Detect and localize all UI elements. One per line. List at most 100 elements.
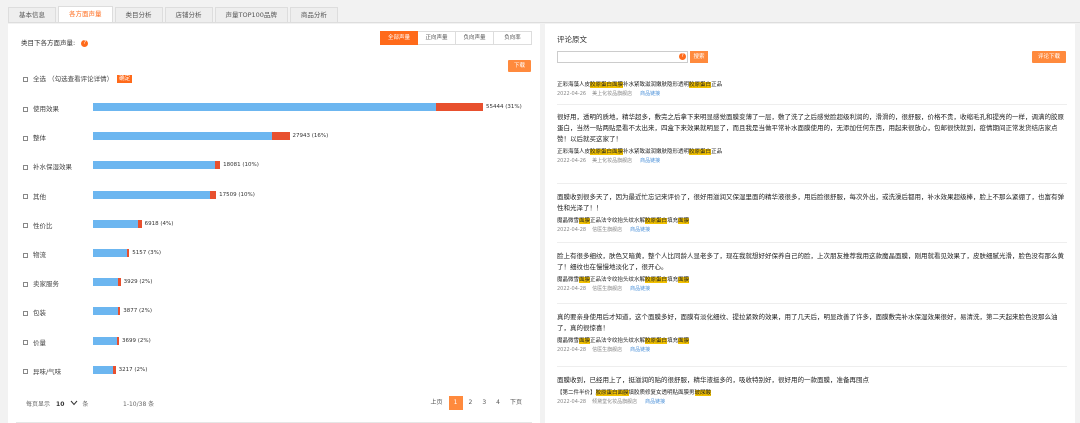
aspect-row: 其他 17509 (10%) [23, 190, 523, 201]
shop-name: 信医生旗舰店 [592, 227, 623, 233]
page-1-button[interactable]: 1 [448, 396, 463, 410]
tab-product-analysis[interactable]: 商品分析 [289, 7, 338, 22]
aspect-checkbox[interactable] [23, 310, 28, 316]
positive-bar-segment [93, 336, 117, 345]
aspect-checkbox[interactable] [23, 281, 28, 287]
comment-text: 真的要亲身使用后才知道，这个面膜多好，面膜有淡化细纹、提拉紧致的效果，用了几天后… [557, 313, 1058, 332]
tab-basic-info[interactable]: 基本信息 [8, 7, 56, 22]
next-page-button[interactable]: 下页 [506, 396, 526, 410]
aspect-value: 17509 (10%) [219, 191, 255, 198]
segment-negative-volume[interactable]: 负向声量 [456, 31, 494, 45]
positive-bar-segment [93, 365, 114, 374]
search-button[interactable]: 搜索 [690, 51, 708, 63]
product-title-part: 【第二件半价】 [557, 390, 596, 396]
comment-search-input[interactable] [557, 51, 688, 63]
help-icon[interactable]: ? [81, 39, 89, 47]
aspect-bar[interactable] [93, 307, 121, 316]
comment-date: 2022-04-26 [557, 91, 587, 97]
help-icon[interactable]: ? [679, 53, 686, 60]
shop-name: 美上化妆品旗舰店 [592, 158, 633, 164]
product-link[interactable]: 商品链接 [630, 286, 650, 292]
product-link[interactable]: 商品链接 [630, 227, 650, 233]
aspect-label[interactable]: 整体 [23, 132, 93, 142]
aspect-label[interactable]: 其他 [23, 191, 93, 201]
product-keyword-highlight: 胶原蛋白 [645, 338, 668, 344]
aspect-checkbox[interactable] [23, 164, 28, 170]
aspect-label[interactable]: 价量 [23, 337, 93, 347]
product-link[interactable]: 商品链接 [640, 158, 660, 164]
download-button[interactable]: 下载 [507, 60, 531, 72]
product-keyword-highlight: 玻尿酸 [694, 390, 712, 396]
aspect-label[interactable]: 异味/气味 [23, 366, 93, 376]
aspect-bar[interactable] [93, 161, 221, 170]
aspect-row: 价量 3699 (2%) [23, 336, 523, 347]
aspect-bar[interactable] [93, 132, 290, 141]
page-size-value[interactable]: 10 [56, 401, 64, 408]
aspect-label-text: 补水保湿效果 [33, 163, 72, 172]
segment-negative-rate[interactable]: 负向率 [494, 31, 532, 45]
product-link[interactable]: 商品链接 [630, 347, 650, 353]
page-4-button[interactable]: 4 [492, 396, 504, 410]
select-all-checkbox[interactable] [23, 76, 28, 82]
aspect-bar[interactable] [93, 190, 217, 199]
product-keyword-highlight: 胶原蛋白面膜 [590, 82, 624, 88]
product-title-part: 补水紧致滋润嫩肤隐形透明 [623, 149, 690, 155]
aspect-bar[interactable] [93, 249, 130, 257]
aspect-checkbox[interactable] [23, 135, 28, 141]
page-links: 上页 1 2 3 4 下页 [424, 396, 526, 410]
positive-bar-segment [93, 190, 210, 199]
comment-divider [557, 242, 1067, 243]
aspect-checkbox[interactable] [23, 252, 28, 258]
aspect-bar[interactable] [93, 336, 120, 345]
segment-all-volume[interactable]: 全部声量 [380, 31, 418, 45]
tab-shop-analysis[interactable]: 店铺分析 [164, 7, 213, 22]
page-2-button[interactable]: 2 [465, 396, 477, 410]
comment-item: 很好用，透明的质地，精华超多，敷完之后拿下来明显感觉面膜变薄了一层，敷了洗了之后… [557, 112, 1067, 166]
aspect-checkbox[interactable] [23, 106, 28, 112]
prev-page-button[interactable]: 上页 [426, 396, 446, 410]
volume-type-segmented: 全部声量 正向声量 负向声量 负向率 [380, 31, 532, 45]
aspect-label-text: 异味/气味 [33, 367, 62, 376]
product-title: 正彩海藻人皮胶原蛋白面膜补水紧致滋润嫩肤隐形透明胶原蛋白正品 [557, 81, 1067, 90]
tab-bar: 基本信息 各方面声量 类目分析 店铺分析 声量TOP100品牌 商品分析 [8, 6, 340, 23]
aspect-volume-title-text: 类目下各方面声量: [21, 39, 76, 47]
product-keyword-highlight: 胶原蛋白面膜 [595, 390, 629, 396]
comment-item: 真的要亲身使用后才知道，这个面膜多好，面膜有淡化细纹、提拉紧致的效果，用了几天后… [557, 312, 1067, 355]
aspect-label[interactable]: 使用效果 [23, 103, 93, 113]
aspect-label[interactable]: 补水保湿效果 [23, 161, 93, 171]
aspect-label[interactable]: 物流 [23, 249, 93, 259]
aspect-checkbox[interactable] [23, 223, 28, 229]
positive-bar-segment [93, 278, 119, 287]
tab-category-analysis[interactable]: 类目分析 [114, 7, 163, 22]
page-3-button[interactable]: 3 [478, 396, 490, 410]
aspect-bar[interactable] [93, 365, 116, 374]
aspect-row: 异味/气味 3217 (2%) [23, 365, 523, 376]
tab-aspect-volume[interactable]: 各方面声量 [58, 6, 113, 22]
aspect-bar[interactable] [93, 278, 121, 287]
product-title-part: 正彩海藻人皮 [557, 149, 591, 155]
aspect-bar[interactable] [93, 219, 142, 228]
product-title-part: 填充 [667, 218, 679, 224]
aspect-volume-panel: 类目下各方面声量: ? 全部声量 正向声量 负向声量 负向率 下载 全选 （勾选… [8, 24, 540, 423]
aspect-checkbox[interactable] [23, 340, 28, 346]
aspect-row: 包装 3877 (2%) [23, 306, 523, 317]
aspect-checkbox[interactable] [23, 194, 28, 200]
comment-divider [557, 303, 1067, 304]
aspect-label[interactable]: 性价比 [23, 220, 93, 230]
segment-positive-volume[interactable]: 正向声量 [418, 31, 456, 45]
product-link[interactable]: 商品链接 [640, 91, 660, 97]
aspect-bar[interactable] [93, 103, 483, 111]
tab-top100-brands[interactable]: 声量TOP100品牌 [214, 7, 288, 22]
positive-bar-segment [93, 307, 118, 316]
aspect-checkbox[interactable] [23, 369, 28, 375]
product-link[interactable]: 商品链接 [645, 399, 665, 405]
comment-meta: 2022-04-28 信医生旗舰店 商品链接 [557, 346, 1067, 355]
aspect-label[interactable]: 包装 [23, 307, 93, 317]
product-keyword-highlight: 面膜 [579, 277, 591, 283]
shop-name: 信医生旗舰店 [592, 286, 623, 292]
comment-download-button[interactable]: 评论下载 [1031, 51, 1066, 63]
aspect-label[interactable]: 卖家服务 [23, 278, 93, 288]
confirm-button[interactable]: 确定 [117, 75, 133, 83]
chevron-down-icon[interactable] [70, 400, 78, 408]
aspect-value: 3217 (2%) [118, 366, 148, 373]
